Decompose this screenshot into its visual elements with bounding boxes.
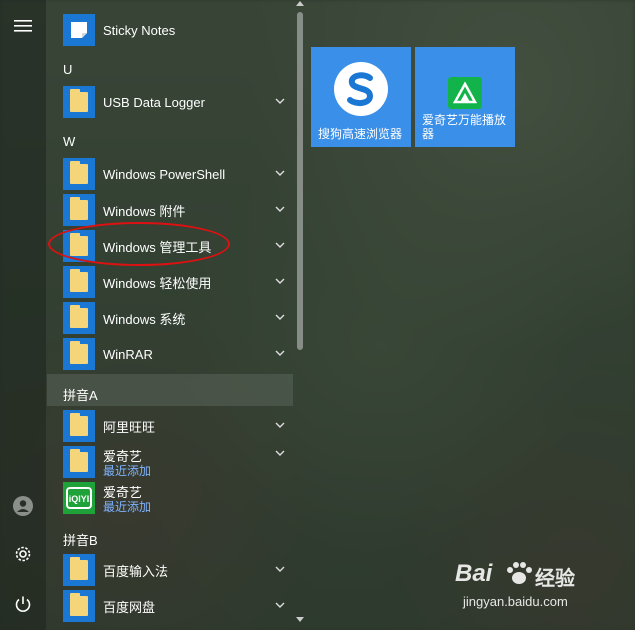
scroll-up-arrow-icon[interactable]: [296, 0, 304, 6]
app-list-scrollbar[interactable]: [294, 0, 306, 630]
chevron-down-icon[interactable]: [273, 562, 287, 576]
hamburger-menu-icon[interactable]: [11, 14, 35, 38]
list-item-baidu-pan[interactable]: 百度网盘: [47, 588, 293, 624]
watermark-brand: Bai: [455, 560, 493, 587]
group-header-u[interactable]: U: [63, 62, 72, 77]
list-item-windows-system[interactable]: Windows 系统: [47, 300, 293, 336]
chevron-down-icon[interactable]: [273, 310, 287, 324]
group-header-w[interactable]: W: [63, 134, 75, 149]
gear-icon[interactable]: [11, 542, 35, 566]
user-avatar-icon[interactable]: [11, 494, 35, 518]
folder-icon: [63, 338, 95, 370]
recently-added-label: 最近添加: [103, 464, 152, 478]
list-item-windows-accessories[interactable]: Windows 附件: [47, 192, 293, 228]
folder-icon: [63, 554, 95, 586]
power-icon[interactable]: [11, 592, 35, 616]
folder-icon: [63, 410, 95, 442]
folder-icon: [63, 86, 95, 118]
chevron-down-icon[interactable]: [273, 202, 287, 216]
chevron-down-icon[interactable]: [273, 346, 287, 360]
app-label: 百度输入法: [103, 563, 169, 579]
group-header-pinyin-a[interactable]: 拼音A: [63, 385, 98, 404]
app-label: Windows 附件: [103, 203, 186, 219]
app-label: Windows 管理工具: [103, 239, 212, 255]
chevron-down-icon[interactable]: [273, 598, 287, 612]
sticky-notes-icon: [63, 14, 95, 46]
iqiyi-player-logo-icon: [448, 77, 482, 109]
list-item-iqiyi-folder[interactable]: 爱奇艺 最近添加: [47, 444, 293, 480]
chevron-down-icon[interactable]: [273, 94, 287, 108]
tile-label: 搜狗高速浏览器: [318, 127, 403, 141]
app-list: Sticky Notes U USB Data Logger W Windows…: [47, 0, 293, 630]
list-item-winrar[interactable]: WinRAR: [47, 336, 293, 372]
chevron-down-icon[interactable]: [273, 274, 287, 288]
folder-icon: [63, 590, 95, 622]
group-header-pinyin-b[interactable]: 拼音B: [63, 530, 98, 549]
folder-icon: [63, 230, 95, 262]
folder-icon: [63, 266, 95, 298]
list-item-aliwangwang[interactable]: 阿里旺旺: [47, 408, 293, 444]
folder-icon: [63, 446, 95, 478]
chevron-down-icon[interactable]: [273, 238, 287, 252]
chevron-down-icon[interactable]: [273, 446, 287, 460]
chevron-down-icon[interactable]: [273, 418, 287, 432]
app-label: USB Data Logger: [103, 94, 205, 110]
app-label: 阿里旺旺: [103, 419, 156, 435]
list-item-windows-powershell[interactable]: Windows PowerShell: [47, 156, 293, 192]
sogou-logo-icon: [334, 62, 388, 116]
list-item-baidu-ime[interactable]: 百度输入法: [47, 552, 293, 588]
watermark-brand-2: 经验: [535, 568, 575, 590]
svg-text:iQIYI: iQIYI: [69, 494, 90, 504]
folder-icon: [63, 302, 95, 334]
baidu-jingyan-watermark: Bai 经验 jingyan.baidu.com: [455, 560, 605, 616]
watermark-url: jingyan.baidu.com: [463, 594, 568, 609]
app-label: 百度网盘: [103, 599, 156, 615]
start-rail: [0, 0, 46, 630]
app-label: Sticky Notes: [103, 22, 176, 38]
folder-icon: [63, 158, 95, 190]
chevron-down-icon[interactable]: [273, 166, 287, 180]
list-item-iqiyi-app[interactable]: iQIYI 爱奇艺 最近添加: [47, 480, 293, 516]
list-item-windows-ease-of-access[interactable]: Windows 轻松使用: [47, 264, 293, 300]
list-item-sticky-notes[interactable]: Sticky Notes: [47, 12, 293, 48]
tile-sogou-browser[interactable]: 搜狗高速浏览器: [311, 47, 411, 147]
scroll-down-arrow-icon[interactable]: [296, 617, 304, 623]
recently-added-label: 最近添加: [103, 500, 152, 514]
app-label: WinRAR: [103, 346, 153, 362]
app-label: Windows PowerShell: [103, 166, 226, 182]
scrollbar-thumb[interactable]: [297, 12, 303, 350]
app-label: Windows 轻松使用: [103, 275, 212, 291]
folder-icon: [63, 194, 95, 226]
list-item-windows-admin-tools[interactable]: Windows 管理工具: [47, 228, 293, 264]
tile-iqiyi-player[interactable]: 爱奇艺万能播放器: [415, 47, 515, 147]
iqiyi-app-icon: iQIYI: [63, 482, 95, 514]
paw-icon: [507, 562, 532, 584]
tile-label: 爱奇艺万能播放器: [422, 113, 507, 141]
app-label: Windows 系统: [103, 311, 186, 327]
list-item-usb-data-logger[interactable]: USB Data Logger: [47, 84, 293, 120]
